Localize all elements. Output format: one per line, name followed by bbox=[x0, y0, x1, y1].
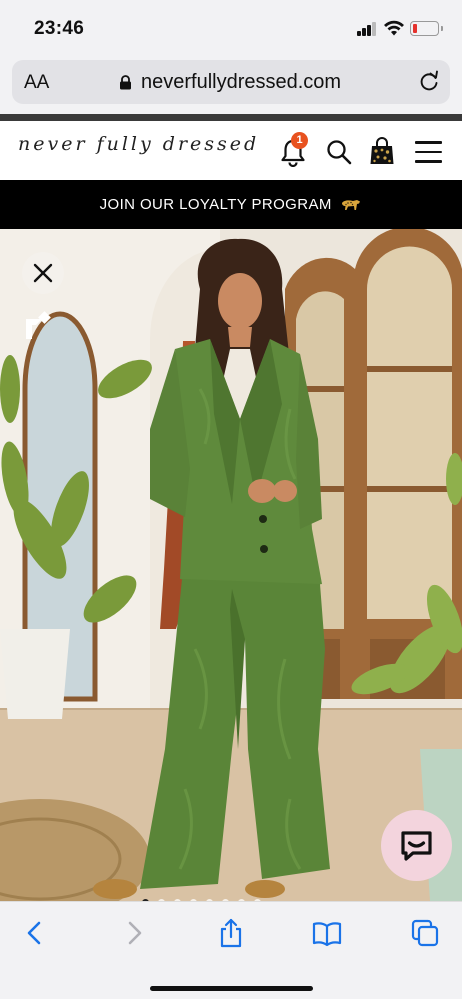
status-time: 23:46 bbox=[34, 18, 85, 39]
close-button[interactable] bbox=[22, 252, 64, 294]
text-size-label: AA bbox=[24, 72, 50, 93]
status-bar: 23:46 bbox=[0, 0, 462, 56]
address-bar[interactable]: AA neverfullydressed.com bbox=[12, 60, 450, 104]
forward-icon[interactable] bbox=[119, 918, 149, 948]
share-icon[interactable] bbox=[216, 918, 246, 948]
notification-badge: 1 bbox=[291, 132, 308, 149]
browser-top-bar: AA neverfullydressed.com bbox=[0, 56, 462, 114]
shopping-bag-icon[interactable] bbox=[369, 136, 395, 166]
chat-button[interactable] bbox=[381, 810, 452, 881]
home-indicator bbox=[150, 986, 313, 991]
search-icon[interactable] bbox=[326, 139, 352, 165]
wifi-icon bbox=[384, 20, 404, 36]
browser-toolbar bbox=[0, 901, 462, 999]
signal-icon bbox=[357, 22, 377, 36]
text-size-button[interactable]: AA bbox=[24, 72, 49, 94]
carousel-dots[interactable] bbox=[142, 893, 270, 901]
page-top-strip bbox=[0, 114, 462, 121]
close-icon bbox=[33, 263, 53, 283]
brand-logo[interactable]: never fully dressed bbox=[18, 133, 259, 155]
hero-photo bbox=[0, 229, 462, 901]
cheetah-icon bbox=[342, 200, 361, 210]
chat-icon bbox=[401, 831, 432, 861]
lock-icon bbox=[120, 75, 131, 90]
site-header: never fully dressed 1 bbox=[0, 121, 462, 180]
url-text[interactable]: neverfullydressed.com bbox=[141, 71, 341, 94]
reload-icon[interactable] bbox=[418, 70, 440, 92]
back-icon[interactable] bbox=[20, 918, 50, 948]
menu-icon[interactable] bbox=[415, 141, 442, 163]
battery-icon bbox=[410, 21, 443, 36]
bookmarks-icon[interactable] bbox=[312, 918, 342, 948]
tabs-icon[interactable] bbox=[410, 918, 440, 948]
promo-text: JOIN OUR LOYALTY PROGRAM bbox=[99, 196, 332, 213]
product-hero-image[interactable] bbox=[0, 229, 462, 901]
brand-r-icon[interactable] bbox=[24, 311, 54, 341]
loyalty-promo-banner[interactable]: JOIN OUR LOYALTY PROGRAM bbox=[0, 180, 462, 229]
